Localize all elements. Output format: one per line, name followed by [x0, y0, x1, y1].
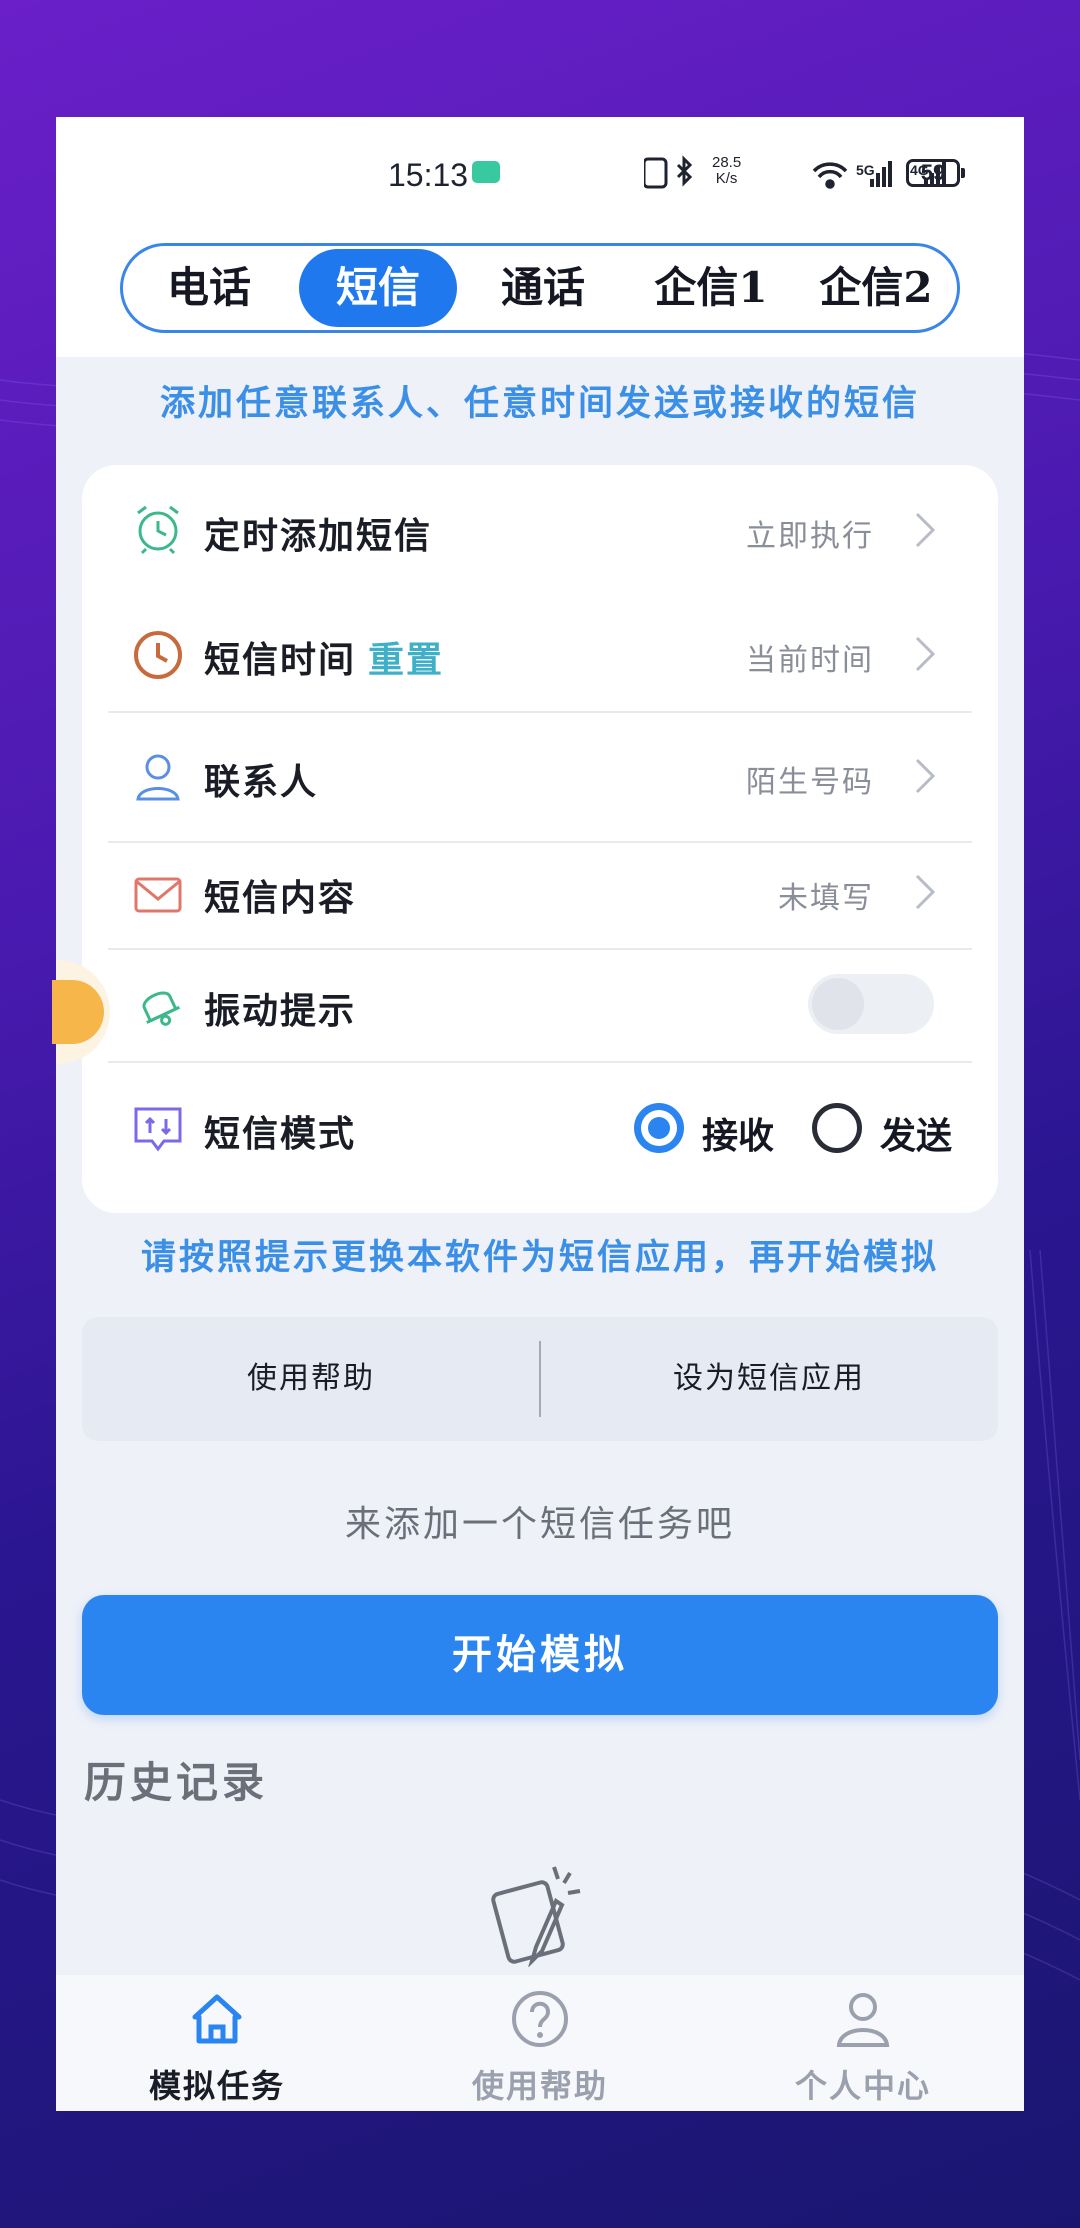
nfc-icon	[644, 157, 668, 189]
nav-simulate-task[interactable]: 模拟任务	[56, 1975, 378, 2111]
toggle-knob	[812, 978, 864, 1030]
speed-value: 28.5	[712, 154, 742, 171]
row-label: 联系人	[204, 761, 319, 803]
help-button[interactable]: 使用帮助	[82, 1317, 540, 1441]
tab-enterprise-2[interactable]: 企信2	[795, 249, 957, 327]
vibrate-toggle[interactable]	[808, 974, 934, 1034]
status-time: 15:13	[388, 157, 469, 193]
empty-history-icon	[491, 1866, 581, 1967]
person-icon	[136, 754, 180, 801]
radio-send-label: 发送	[880, 1115, 953, 1157]
home-icon	[192, 1994, 242, 2044]
hd-icon	[472, 161, 500, 183]
message-transfer-icon	[134, 1107, 182, 1152]
nav-profile[interactable]: 个人中心	[702, 1975, 1024, 2111]
radio-receive-label: 接收	[702, 1115, 775, 1157]
status-bar: 15:13 5G 4G 28.5 K/s 59	[56, 117, 1024, 237]
wifi-icon	[812, 162, 848, 189]
clock-icon	[134, 631, 182, 679]
tab-sms[interactable]: 短信	[299, 249, 457, 327]
bell-icon	[142, 991, 181, 1026]
row-label: 振动提示	[204, 990, 357, 1032]
row-label: 短信时间 重置	[204, 631, 444, 683]
bottom-navigation: 模拟任务 使用帮助 个人中心	[56, 1975, 1024, 2111]
row-value: 立即执行	[746, 519, 874, 554]
tab-enterprise-1[interactable]: 企信1	[631, 249, 791, 327]
row-sms-time[interactable]: 短信时间 重置 当前时间	[108, 595, 972, 713]
start-simulation-button[interactable]: 开始模拟	[82, 1595, 998, 1715]
settings-card: 定时添加短信 立即执行 短信时间 重置 当前时间 联系人 陌生号码 短信内容 未…	[82, 465, 998, 1213]
question-icon	[512, 1991, 568, 2047]
history-title: 历史记录	[84, 1758, 269, 1807]
row-label: 定时添加短信	[204, 515, 433, 557]
status-icons: 5G 4G	[644, 155, 946, 189]
speed-unit: K/s	[715, 170, 738, 187]
category-tabs: 电话 短信 通话 企信1 企信2	[120, 243, 960, 333]
nav-label: 个人中心	[794, 2067, 931, 2105]
row-value: 当前时间	[746, 643, 874, 678]
svg-text:5G: 5G	[856, 162, 875, 178]
radio-send[interactable]	[812, 1103, 862, 1153]
bluetooth-icon	[676, 155, 693, 187]
user-icon	[836, 1993, 890, 2047]
row-scheduled-add[interactable]: 定时添加短信 立即执行	[108, 465, 972, 595]
nav-label: 使用帮助	[471, 2067, 608, 2105]
floating-assistant-icon	[52, 980, 104, 1044]
envelope-icon	[134, 877, 182, 913]
row-content[interactable]: 短信内容 未填写	[108, 841, 972, 948]
row-contact[interactable]: 联系人 陌生号码	[108, 713, 972, 841]
nav-help[interactable]: 使用帮助	[379, 1975, 701, 2111]
chevron-right-icon	[915, 874, 936, 910]
battery-indicator: 59	[906, 159, 965, 187]
chevron-right-icon	[915, 636, 936, 672]
row-value: 陌生号码	[746, 765, 874, 800]
network-speed: 28.5 K/s	[712, 155, 741, 187]
hint-mid: 请按照提示更换本软件为短信应用，再开始模拟	[140, 1237, 939, 1278]
hint-top: 添加任意联系人、任意时间发送或接收的短信	[159, 383, 920, 424]
set-default-sms-button[interactable]: 设为短信应用	[540, 1317, 998, 1441]
nav-label: 模拟任务	[148, 2067, 285, 2105]
row-label: 短信模式	[204, 1113, 357, 1155]
empty-task-tip: 来添加一个短信任务吧	[344, 1504, 735, 1545]
phone-screen: 15:13 5G 4G 28.5 K/s 59 电话 短信 通话 企信1 企信2…	[56, 117, 1024, 2111]
tab-call[interactable]: 通话	[463, 249, 623, 327]
reset-link[interactable]: 重置	[368, 639, 444, 681]
row-mode: 短信模式 接收 发送	[108, 1061, 972, 1201]
alarm-clock-icon	[137, 505, 179, 555]
row-value: 未填写	[778, 881, 874, 916]
row-vibrate: 振动提示	[108, 948, 972, 1061]
row-label: 短信内容	[204, 877, 357, 919]
chevron-right-icon	[915, 758, 936, 794]
tab-phone[interactable]: 电话	[129, 249, 289, 327]
radio-receive[interactable]	[634, 1103, 684, 1153]
action-button-group: 使用帮助 设为短信应用	[82, 1317, 998, 1441]
row-label-text: 短信时间	[204, 639, 357, 681]
chevron-right-icon	[915, 512, 936, 548]
signal-5g-icon: 5G	[856, 161, 892, 187]
